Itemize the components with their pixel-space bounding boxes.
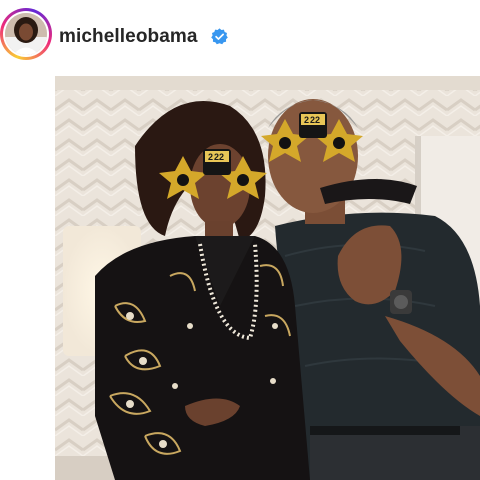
- avatar-story-ring[interactable]: [0, 8, 52, 60]
- post-photo-illustration: 2 22 2 22: [55, 76, 480, 480]
- glasses-left-year-prefix: 2: [208, 152, 213, 162]
- glasses-right-year: 22: [310, 115, 320, 125]
- avatar-portrait: [5, 13, 47, 55]
- post-header: michelleobama: [0, 0, 480, 74]
- avatar-border: [3, 11, 49, 57]
- verified-badge-icon: [211, 28, 228, 45]
- glasses-right-year-prefix: 2: [304, 115, 309, 125]
- post-frame: michelleobama 2 22 2 22: [0, 0, 480, 480]
- glasses-left-year: 22: [214, 152, 224, 162]
- avatar: [5, 13, 47, 55]
- username[interactable]: michelleobama: [59, 26, 198, 48]
- post-photo[interactable]: 2 22 2 22: [55, 76, 480, 480]
